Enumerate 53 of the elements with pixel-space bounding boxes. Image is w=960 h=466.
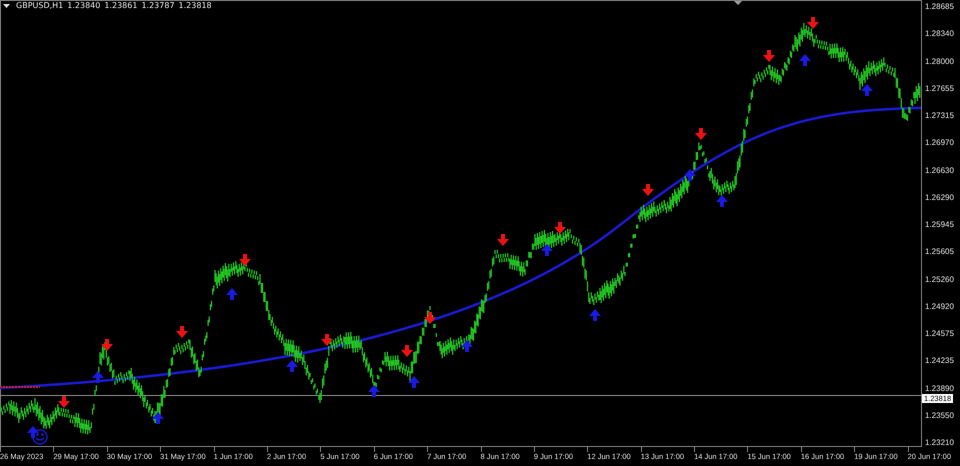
down-arrow-icon bbox=[321, 334, 333, 346]
up-arrow-icon bbox=[461, 340, 473, 352]
price-label: 1.28000 bbox=[925, 56, 954, 66]
quote-value: 1.23861 bbox=[104, 1, 138, 10]
price-label: 1.24575 bbox=[925, 329, 954, 338]
up-arrow-icon bbox=[589, 309, 601, 321]
price-label: 1.26630 bbox=[925, 166, 954, 175]
down-arrow-icon bbox=[101, 339, 113, 351]
price-label: 1.25260 bbox=[925, 274, 954, 284]
up-arrow-icon bbox=[408, 376, 420, 388]
down-arrow-icon bbox=[176, 326, 188, 338]
down-arrow-icon bbox=[807, 17, 819, 29]
down-arrow-icon bbox=[554, 222, 566, 234]
down-arrow-icon bbox=[642, 184, 654, 196]
up-arrow-icon bbox=[92, 371, 104, 383]
price-label: 1.26970 bbox=[925, 138, 954, 148]
shift-marker-icon bbox=[734, 1, 742, 5]
up-arrow-icon bbox=[152, 412, 164, 424]
up-arrow-icon bbox=[716, 195, 728, 207]
price-label: 1.23550 bbox=[925, 410, 954, 420]
up-arrow-icon bbox=[541, 244, 553, 256]
down-arrow-icon bbox=[497, 234, 509, 246]
quote-value: 1.23787 bbox=[141, 1, 175, 10]
price-label: 1.24235 bbox=[925, 356, 954, 366]
quote-value: 1.23818 bbox=[178, 1, 212, 10]
up-arrow-icon bbox=[368, 385, 380, 397]
up-arrow-icon bbox=[27, 426, 39, 438]
price-label: 1.26290 bbox=[925, 192, 954, 202]
price-label: 1.27655 bbox=[925, 84, 954, 93]
chart-symbol: GBPUSD,H1 bbox=[16, 1, 64, 10]
up-arrow-icon bbox=[684, 169, 696, 181]
price-label: 1.23890 bbox=[925, 384, 954, 393]
dropdown-triangle-icon[interactable] bbox=[3, 4, 10, 8]
down-arrow-icon bbox=[239, 254, 251, 266]
down-arrow-icon bbox=[695, 128, 707, 140]
up-arrow-icon bbox=[226, 288, 238, 300]
price-label: 1.28340 bbox=[925, 29, 954, 38]
up-arrow-icon bbox=[861, 84, 873, 96]
price-label: 1.25605 bbox=[925, 247, 954, 256]
down-arrow-icon bbox=[58, 396, 70, 408]
price-label: 1.25945 bbox=[925, 220, 954, 230]
price-label: 1.24920 bbox=[925, 302, 954, 311]
down-arrow-icon bbox=[424, 312, 436, 324]
price-label: 1.27315 bbox=[925, 111, 954, 120]
up-arrow-icon bbox=[799, 54, 811, 66]
price-label: 1.28685 bbox=[925, 2, 954, 12]
up-arrow-icon bbox=[286, 360, 298, 372]
quote-value: 1.23840 bbox=[67, 1, 100, 10]
down-arrow-icon bbox=[763, 50, 775, 62]
down-arrow-icon bbox=[401, 345, 413, 357]
smiley-icon bbox=[32, 429, 48, 445]
price-label: 1.23210 bbox=[925, 438, 954, 448]
dotted-line bbox=[0, 386, 40, 388]
